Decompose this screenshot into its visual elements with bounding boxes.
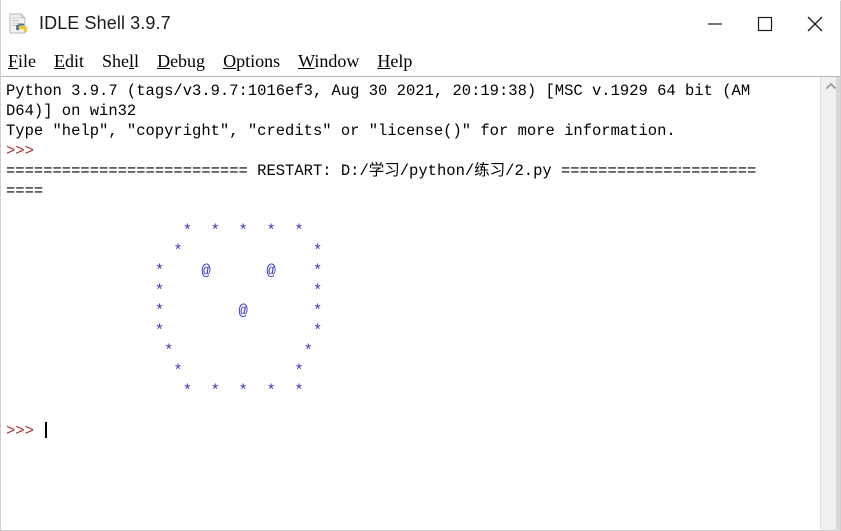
menu-label-rest: indow — [314, 51, 360, 71]
menu-item-debug[interactable]: Debug — [157, 46, 214, 76]
shell-line: * * * * * — [6, 221, 820, 241]
text-caret — [45, 422, 48, 438]
menu-mnemonic: H — [377, 51, 391, 71]
window-title: IDLE Shell 3.9.7 — [39, 13, 171, 33]
program-output: * @ @ * — [6, 262, 323, 280]
scrollbar-track[interactable] — [821, 95, 840, 530]
program-output: * * — [6, 322, 323, 340]
shell-line: * * — [6, 241, 820, 261]
menu-item-file[interactable]: File — [8, 46, 45, 76]
shell-line: * @ * — [6, 301, 820, 321]
title-bar-left: IDLE Shell 3.9.7 — [1, 12, 690, 36]
menu-label-start: She — [102, 51, 130, 71]
close-button[interactable] — [790, 1, 840, 46]
vertical-scrollbar[interactable] — [820, 77, 840, 530]
scroll-up-button[interactable] — [821, 77, 840, 95]
shell-text: ==== — [6, 182, 44, 200]
program-output: * * — [6, 282, 323, 300]
menu-label-rest: ptions — [236, 51, 281, 71]
shell-text: D64)] on win32 — [6, 102, 137, 120]
shell-line: * * * * * — [6, 381, 820, 401]
menu-label-rest: elp — [390, 51, 413, 71]
shell-line: * * — [6, 321, 820, 341]
shell-line: * @ @ * — [6, 261, 820, 281]
program-output: * * * * * — [6, 382, 304, 400]
shell-line: >>> — [6, 421, 820, 441]
shell-prompt: >>> — [6, 422, 44, 440]
minimize-button[interactable] — [690, 1, 740, 46]
shell-text: ========================== RESTART: D:/学… — [6, 162, 757, 180]
shell-line: * * — [6, 361, 820, 381]
shell-line: D64)] on win32 — [6, 101, 820, 121]
program-output: * * — [6, 362, 304, 380]
program-output: * * — [6, 242, 323, 260]
menu-mnemonic: O — [223, 51, 237, 71]
program-output: * * * * * — [6, 222, 304, 240]
shell-line: ==== — [6, 181, 820, 201]
menu-item-edit[interactable]: Edit — [54, 46, 93, 76]
shell-body: Python 3.9.7 (tags/v3.9.7:1016ef3, Aug 3… — [1, 76, 840, 530]
shell-line: ========================== RESTART: D:/学… — [6, 161, 820, 181]
menu-mnemonic: E — [54, 51, 66, 71]
shell-line: >>> — [6, 141, 820, 161]
shell-line: * * — [6, 341, 820, 361]
menu-label-rest: ile — [18, 51, 37, 71]
menu-mnemonic: W — [298, 51, 315, 71]
menu-mnemonic: F — [8, 51, 19, 71]
menu-item-options[interactable]: Options — [223, 46, 289, 76]
menu-label-rest: l — [134, 51, 140, 71]
shell-text: Python 3.9.7 (tags/v3.9.7:1016ef3, Aug 3… — [6, 82, 751, 100]
menu-item-shell[interactable]: Shell — [102, 46, 148, 76]
shell-text: Type "help", "copyright", "credits" or "… — [6, 122, 676, 140]
program-output: * @ * — [6, 302, 323, 320]
menu-item-help[interactable]: Help — [377, 46, 421, 76]
shell-line: Type "help", "copyright", "credits" or "… — [6, 121, 820, 141]
scrollbar-thumb[interactable] — [821, 95, 840, 530]
menu-mnemonic: D — [157, 51, 171, 71]
menu-bar: File Edit Shell Debug Options Window Hel… — [1, 46, 840, 76]
shell-text-area[interactable]: Python 3.9.7 (tags/v3.9.7:1016ef3, Aug 3… — [1, 77, 820, 530]
maximize-button[interactable] — [740, 1, 790, 46]
menu-label-rest: dit — [65, 51, 85, 71]
shell-line: * * — [6, 281, 820, 301]
menu-item-window[interactable]: Window — [298, 46, 368, 76]
chevron-up-icon — [825, 82, 836, 89]
program-output: * * — [6, 342, 313, 360]
menu-label-rest: ebug — [170, 51, 206, 71]
shell-prompt: >>> — [6, 142, 44, 160]
idle-shell-window: IDLE Shell 3.9.7 File Edit Shell Debug O… — [0, 0, 841, 531]
shell-line: Python 3.9.7 (tags/v3.9.7:1016ef3, Aug 3… — [6, 81, 820, 101]
shell-output: Python 3.9.7 (tags/v3.9.7:1016ef3, Aug 3… — [6, 81, 820, 441]
title-bar[interactable]: IDLE Shell 3.9.7 — [1, 1, 840, 46]
python-idle-icon — [7, 12, 31, 36]
